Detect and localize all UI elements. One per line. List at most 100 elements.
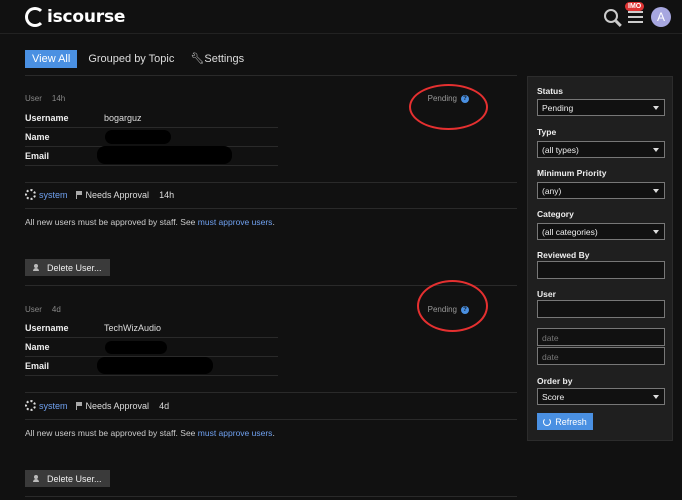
approval-line: system Needs Approval 4d — [25, 400, 517, 411]
type-filter-label: Type — [537, 127, 557, 137]
site-header: iscourse IMO A — [0, 0, 682, 34]
highlight-circle — [417, 280, 488, 332]
field-key: Name — [25, 342, 50, 352]
field-value: TechWizAudio — [104, 323, 162, 333]
review-age: 14h — [51, 94, 66, 103]
notification-badge: IMO — [625, 2, 645, 11]
delete-user-label: Delete User... — [47, 473, 102, 484]
reviewed-by-input[interactable] — [537, 261, 665, 279]
reason-text: All new users must be approved by staff.… — [25, 217, 198, 227]
review-nav: View All Grouped by Topic 🔧︎Settings — [25, 49, 251, 68]
discourse-logo-icon — [25, 7, 45, 27]
discourse-logo[interactable]: iscourse — [25, 6, 125, 28]
user-avatar[interactable]: A — [651, 7, 671, 27]
redaction — [97, 146, 232, 164]
type-select-value: (all types) — [542, 145, 579, 155]
category-select[interactable]: (all categories) — [537, 223, 665, 240]
divider — [25, 392, 517, 393]
redaction — [97, 357, 213, 374]
status-select-value: Pending — [542, 103, 574, 113]
review-item: User 14h Pending ? Username bogarguz Name… — [25, 75, 517, 285]
approval-age: 14h — [159, 189, 175, 200]
gear-icon — [25, 189, 36, 200]
review-item: User 4d Pending ? Username TechWizAudio N… — [25, 280, 517, 497]
flag-icon — [75, 401, 83, 410]
user-input[interactable] — [537, 300, 665, 318]
status-select[interactable]: Pending — [537, 99, 665, 116]
search-icon[interactable] — [604, 9, 618, 23]
field-key: Email — [25, 151, 50, 161]
system-user-link[interactable]: system — [39, 401, 68, 411]
date-to-placeholder: date — [542, 352, 559, 362]
divider — [25, 208, 517, 209]
chevron-down-icon — [653, 395, 659, 399]
divider — [25, 419, 517, 420]
chevron-down-icon — [653, 106, 659, 110]
approval-type: Needs Approval — [85, 189, 150, 200]
wrench-icon: 🔧︎ — [190, 53, 205, 65]
reason-end: . — [272, 428, 275, 438]
user-remove-icon — [33, 475, 42, 482]
tab-settings[interactable]: 🔧︎Settings — [183, 49, 251, 68]
order-by-label: Order by — [537, 376, 573, 386]
refresh-label: Refresh — [555, 416, 587, 427]
review-meta: User 14h — [25, 94, 75, 103]
must-approve-users-link[interactable]: must approve users — [198, 217, 273, 227]
chevron-down-icon — [653, 230, 659, 234]
tab-settings-label: Settings — [204, 53, 245, 65]
field-key: Name — [25, 132, 50, 142]
approval-reason: All new users must be approved by staff.… — [25, 217, 275, 227]
field-row: Username TechWizAudio — [25, 319, 278, 338]
priority-filter-label: Minimum Priority — [537, 168, 607, 178]
delete-user-button[interactable]: Delete User... — [25, 470, 110, 487]
field-value: bogarguz — [104, 113, 142, 123]
divider — [25, 182, 517, 183]
type-select[interactable]: (all types) — [537, 141, 665, 158]
field-row: Username bogarguz — [25, 109, 278, 128]
review-type: User — [25, 94, 42, 103]
approval-type: Needs Approval — [85, 400, 150, 411]
divider — [25, 496, 517, 497]
tab-grouped-by-topic[interactable]: Grouped by Topic — [81, 50, 181, 68]
delete-user-button[interactable]: Delete User... — [25, 259, 110, 276]
review-age: 4d — [51, 305, 61, 314]
hamburger-menu-icon[interactable] — [628, 11, 643, 23]
reason-end: . — [272, 217, 275, 227]
filters-panel: Status Pending Type (all types) Minimum … — [527, 76, 673, 441]
order-by-select-value: Score — [542, 392, 565, 402]
redaction — [105, 341, 167, 354]
chevron-down-icon — [653, 148, 659, 152]
must-approve-users-link[interactable]: must approve users — [198, 428, 273, 438]
priority-select[interactable]: (any) — [537, 182, 665, 199]
flag-icon — [75, 190, 83, 199]
order-by-select[interactable]: Score — [537, 388, 665, 405]
category-filter-label: Category — [537, 209, 574, 219]
date-from-input[interactable]: date — [537, 328, 665, 346]
user-remove-icon — [33, 264, 42, 271]
date-from-placeholder: date — [542, 333, 559, 343]
status-filter-label: Status — [537, 86, 563, 96]
review-meta: User 4d — [25, 305, 71, 314]
field-key: Email — [25, 361, 50, 371]
refresh-icon — [543, 417, 552, 426]
delete-user-label: Delete User... — [47, 262, 102, 273]
chevron-down-icon — [653, 189, 659, 193]
divider — [25, 75, 517, 76]
tab-view-all[interactable]: View All — [25, 49, 78, 68]
category-select-value: (all categories) — [542, 227, 598, 237]
reviewed-by-label: Reviewed By — [537, 250, 590, 260]
user-filter-label: User — [537, 289, 556, 299]
refresh-button[interactable]: Refresh — [537, 413, 593, 430]
date-to-input[interactable]: date — [537, 347, 665, 365]
redaction — [105, 130, 171, 144]
field-key: Username — [25, 323, 69, 333]
gear-icon — [25, 400, 36, 411]
reason-text: All new users must be approved by staff.… — [25, 428, 198, 438]
priority-select-value: (any) — [542, 186, 562, 196]
field-key: Username — [25, 113, 69, 123]
system-user-link[interactable]: system — [39, 190, 68, 200]
highlight-circle — [409, 84, 488, 130]
approval-line: system Needs Approval 14h — [25, 189, 517, 200]
approval-age: 4d — [159, 400, 170, 411]
approval-reason: All new users must be approved by staff.… — [25, 428, 275, 438]
